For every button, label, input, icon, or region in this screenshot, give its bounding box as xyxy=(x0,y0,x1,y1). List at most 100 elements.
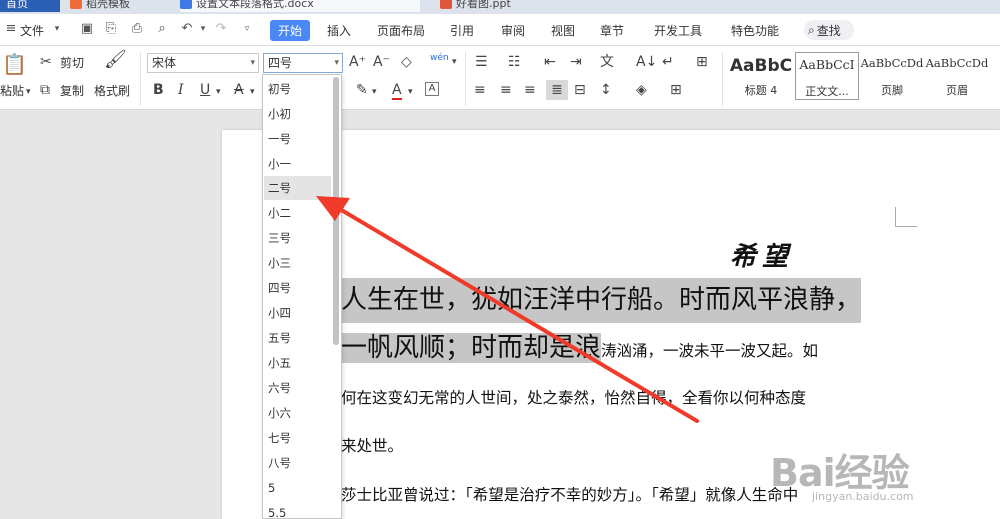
tab-document[interactable]: 设置文本段落格式.docx xyxy=(180,0,420,12)
strikethrough-icon[interactable]: A xyxy=(234,82,244,98)
increase-indent-icon[interactable]: ⇥ xyxy=(570,54,582,70)
font-size-option[interactable]: 小三 xyxy=(264,251,331,275)
tab-docer[interactable]: 稻壳模板 xyxy=(70,0,170,12)
justify-icon[interactable]: ≣ xyxy=(546,80,568,100)
shrink-font-icon[interactable]: A⁻ xyxy=(373,54,390,70)
font-name-combo[interactable]: 宋体 ▾ xyxy=(147,53,259,73)
tab-start[interactable]: 开始 xyxy=(270,20,311,41)
font-size-option[interactable]: 小六 xyxy=(264,401,331,425)
file-menu[interactable]: 文件 xyxy=(20,22,44,39)
shading-icon[interactable]: ◈ xyxy=(636,82,647,98)
hamburger-icon[interactable]: ≡ xyxy=(4,22,18,36)
font-size-option[interactable]: 六号 xyxy=(264,376,331,400)
show-marks-icon[interactable]: ↵ xyxy=(662,54,674,70)
print-icon[interactable]: ⎙ xyxy=(130,22,144,36)
decrease-indent-icon[interactable]: ⇤ xyxy=(544,54,556,70)
font-size-option[interactable]: 五号 xyxy=(264,326,331,350)
paste-icon[interactable]: 📋 xyxy=(2,52,27,76)
text-line-5: 莎士比亚曾说过：「希望是治疗不幸的妙方」。「希望」就像人生命中 xyxy=(341,486,799,504)
phonetic-guide-icon[interactable]: wén xyxy=(430,50,449,66)
bullet-list-icon[interactable]: ☰ xyxy=(475,54,488,70)
tab-insert[interactable]: 插入 xyxy=(327,22,351,39)
chevron-down-icon[interactable]: ▾ xyxy=(372,84,377,100)
text-line-2[interactable]: 一帆风顺；时而却是浪涛汹涌，一波未平一波又起。如 xyxy=(341,326,818,371)
table-borders-icon[interactable]: ⊞ xyxy=(696,54,708,70)
scissors-icon[interactable]: ✂ xyxy=(40,54,52,70)
clear-format-icon[interactable]: ◇ xyxy=(401,54,412,70)
char-border-icon[interactable]: A xyxy=(425,82,439,96)
style-heading4[interactable]: AaBbC 标题 4 xyxy=(728,52,794,100)
cut-button[interactable]: 剪切 xyxy=(60,54,84,71)
font-size-option[interactable]: 八号 xyxy=(264,451,331,475)
font-size-option[interactable]: 小一 xyxy=(264,152,331,176)
chevron-down-icon[interactable]: ▾ xyxy=(452,54,457,70)
tab-home[interactable]: 首页 xyxy=(0,0,60,12)
font-size-value: 四号 xyxy=(268,56,293,70)
bold-icon[interactable]: B xyxy=(153,82,164,98)
watermark-text: Bai经验 xyxy=(770,451,910,495)
sort-icon[interactable]: A↓ xyxy=(636,54,657,70)
redo-icon[interactable]: ↷ xyxy=(214,22,228,36)
tab-chapter[interactable]: 章节 xyxy=(600,22,624,39)
selected-text-line-2[interactable]: 一帆风顺；时而却是浪 xyxy=(341,333,602,363)
italic-icon[interactable]: I xyxy=(178,82,184,98)
numbered-list-icon[interactable]: ☷ xyxy=(508,54,521,70)
chinese-layout-icon[interactable]: 文 xyxy=(600,54,614,70)
selected-text-line-1[interactable]: 人生在世，犹如汪洋中行船。时而风平浪静， xyxy=(341,278,862,323)
format-painter-icon[interactable]: 🖌 xyxy=(104,51,127,69)
chevron-down-icon[interactable]: ▾ xyxy=(216,84,221,100)
font-size-dropdown[interactable]: 初号 小初 一号 小一 二号 小二 三号 小三 四号 小四 五号 小五 六号 小… xyxy=(262,74,342,519)
undo-icon[interactable]: ↶ xyxy=(180,22,194,36)
search-box[interactable]: ⌕ 查找 xyxy=(804,20,854,40)
underline-icon[interactable]: U xyxy=(200,82,210,98)
style-header[interactable]: AaBbCcDd 页眉 xyxy=(925,52,989,100)
font-size-option[interactable]: 三号 xyxy=(264,226,331,250)
font-size-option[interactable]: 四号 xyxy=(264,276,331,300)
font-size-option[interactable]: 小二 xyxy=(264,201,331,225)
align-right-icon[interactable]: ≡ xyxy=(524,82,536,98)
font-size-option[interactable]: 小初 xyxy=(264,102,331,126)
tab-features[interactable]: 特色功能 xyxy=(731,22,779,39)
dropdown-scrollbar[interactable] xyxy=(333,77,339,345)
customize-toolbar-icon[interactable]: ▿ xyxy=(240,22,254,36)
paste-button[interactable]: 粘贴 xyxy=(0,82,24,99)
font-size-option[interactable]: 七号 xyxy=(264,426,331,450)
tab-developer[interactable]: 开发工具 xyxy=(654,22,702,39)
grow-font-icon[interactable]: A⁺ xyxy=(349,54,366,70)
font-size-option[interactable]: 5 xyxy=(264,476,331,500)
chevron-down-icon[interactable]: ▾ xyxy=(50,22,64,36)
undo-menu-chevron-icon[interactable]: ▾ xyxy=(196,22,210,36)
copy-icon[interactable]: ⧉ xyxy=(40,82,50,98)
save-icon[interactable]: ▣ xyxy=(80,22,94,36)
font-color-icon[interactable]: A xyxy=(392,82,402,100)
font-size-combo[interactable]: 四号 ▾ xyxy=(263,53,343,73)
style-footer[interactable]: AaBbCcDd 页脚 xyxy=(860,52,924,100)
align-center-icon[interactable]: ≡ xyxy=(500,82,512,98)
tab-ppt[interactable]: 好看图.ppt xyxy=(440,0,580,12)
font-size-option[interactable]: 一号 xyxy=(264,127,331,151)
tab-view[interactable]: 视图 xyxy=(551,22,575,39)
tab-review[interactable]: 审阅 xyxy=(501,22,525,39)
line-spacing-icon[interactable]: ↕ xyxy=(600,82,612,98)
distributed-align-icon[interactable]: ⊟ xyxy=(574,82,586,98)
export-pdf-icon[interactable]: ⎘ xyxy=(104,22,118,36)
print-preview-icon[interactable]: ⌕ xyxy=(155,22,169,36)
tab-page-layout[interactable]: 页面布局 xyxy=(377,22,425,39)
divider xyxy=(465,52,466,106)
format-painter-button[interactable]: 格式刷 xyxy=(94,82,130,99)
font-size-option-selected[interactable]: 二号 xyxy=(264,176,331,200)
tab-references[interactable]: 引用 xyxy=(450,22,474,39)
font-size-option[interactable]: 初号 xyxy=(264,77,331,101)
chevron-down-icon[interactable]: ▾ xyxy=(408,84,413,100)
chevron-down-icon[interactable]: ▾ xyxy=(250,84,255,100)
highlight-icon[interactable]: ✎ xyxy=(356,82,368,98)
watermark-url: jingyan.baidu.com xyxy=(812,490,914,503)
align-left-icon[interactable]: ≡ xyxy=(474,82,486,98)
font-size-option[interactable]: 小四 xyxy=(264,301,331,325)
font-size-option[interactable]: 小五 xyxy=(264,351,331,375)
style-body-text[interactable]: AaBbCcI 正文文... xyxy=(795,52,859,100)
font-size-option[interactable]: 5.5 xyxy=(264,501,331,519)
paste-chevron-icon[interactable]: ▾ xyxy=(26,84,31,100)
copy-button[interactable]: 复制 xyxy=(60,82,84,99)
border-icon[interactable]: ⊞ xyxy=(670,82,682,98)
